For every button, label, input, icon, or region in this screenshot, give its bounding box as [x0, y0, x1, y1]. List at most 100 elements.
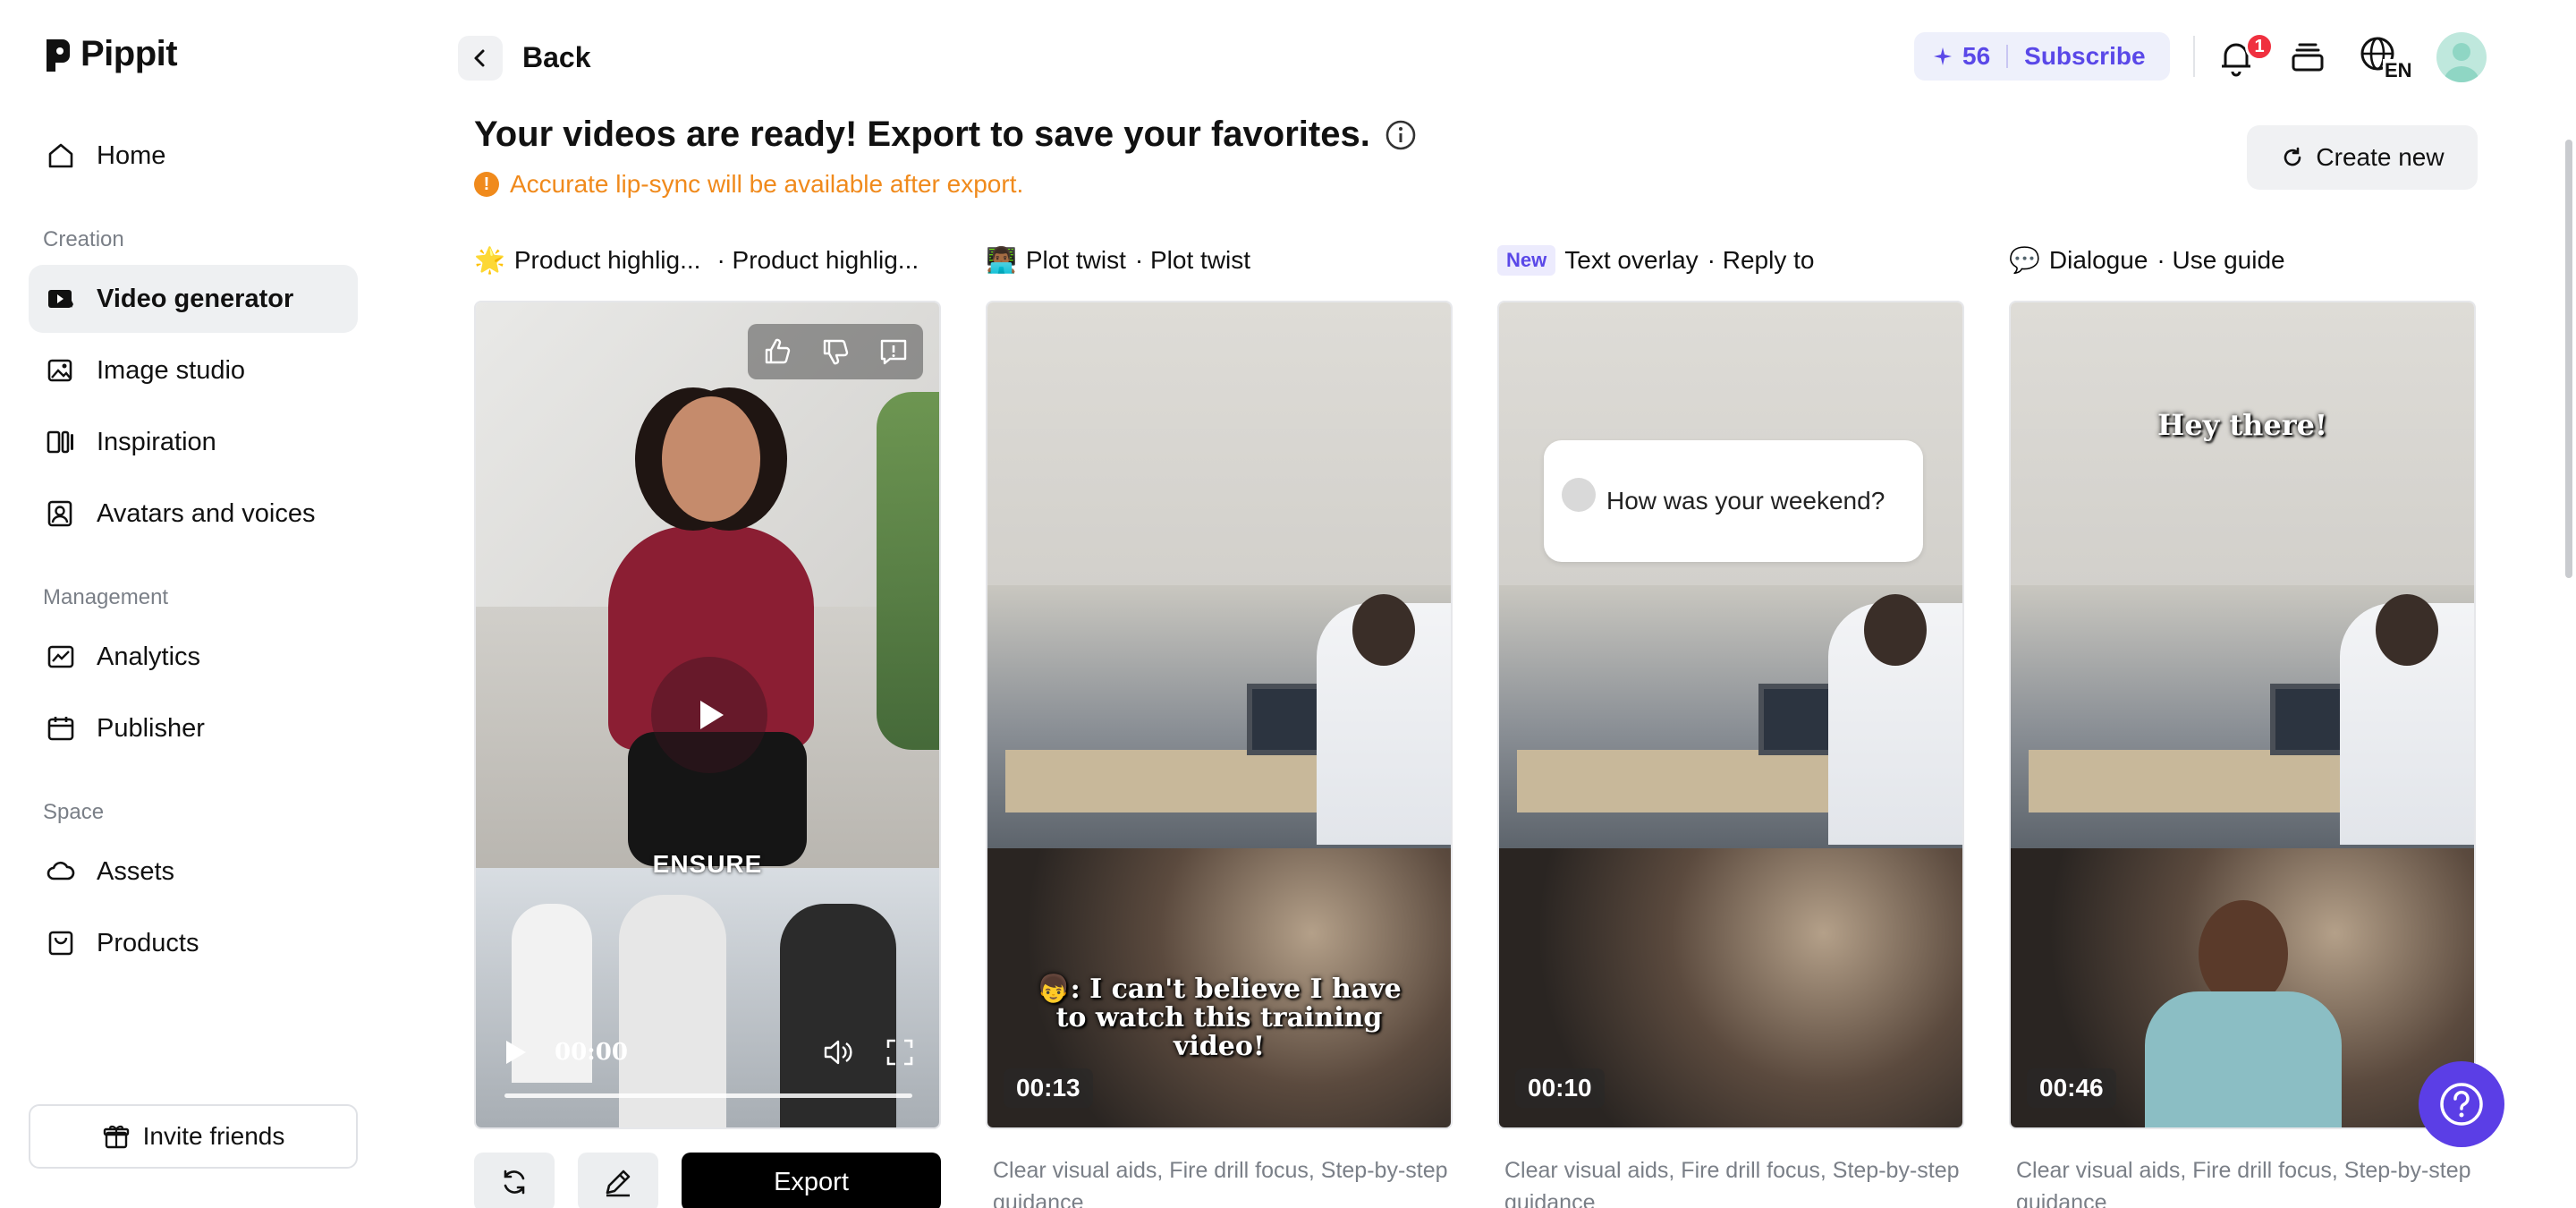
card-title-b: · Product highlig...: [716, 245, 919, 274]
calendar-icon: [47, 717, 74, 741]
play-icon: [700, 701, 724, 729]
sidebar-item-avatars-and-voices[interactable]: Avatars and voices: [29, 480, 358, 548]
report-icon[interactable]: [877, 336, 910, 368]
card-emoji: 💬: [2009, 246, 2040, 274]
sidebar-item-products[interactable]: Products: [29, 909, 358, 977]
fullscreen-icon[interactable]: [886, 1038, 914, 1067]
sparkle-icon: [1934, 47, 1952, 65]
card-title-b: · Use guide: [2157, 245, 2285, 274]
topbar-divider: [2193, 36, 2195, 77]
card-title: 🌟 Product highlig... · Product highlig..…: [474, 245, 919, 275]
lip-sync-warning: ! Accurate lip-sync will be available af…: [474, 170, 1023, 199]
sidebar-item-label: Image studio: [97, 355, 246, 385]
video-frame: [2011, 585, 2474, 848]
page-title-text: Your videos are ready! Export to save yo…: [474, 115, 1370, 154]
card-title: New Text overlay · Reply to: [1497, 245, 1814, 276]
current-time: 00:00: [555, 1039, 628, 1066]
back-label[interactable]: Back: [522, 41, 591, 74]
sidebar-item-video-generator[interactable]: Video generator: [29, 265, 358, 333]
card-description: Clear visual aids, Fire drill focus, Ste…: [2016, 1158, 2471, 1208]
scrollbar[interactable]: [2565, 140, 2572, 578]
image-studio-icon: [47, 359, 72, 382]
cloud-icon: [47, 861, 75, 880]
sidebar: Pippit Home Creation Video generator Ima…: [0, 0, 385, 1208]
language-code: EN: [2383, 59, 2414, 82]
video-generator-icon: [48, 290, 73, 308]
video-player-1[interactable]: ENSURE 00:00: [474, 301, 941, 1129]
pencil-icon: [606, 1170, 631, 1197]
chat-bubble: How was your weekend?: [1544, 440, 1923, 562]
video-player-4[interactable]: Hey there! 00:46: [2009, 301, 2476, 1129]
sidebar-item-label: Inspiration: [97, 427, 216, 456]
gift-icon: [103, 1125, 129, 1149]
warning-text: Accurate lip-sync will be available afte…: [510, 170, 1024, 198]
sidebar-item-analytics[interactable]: Analytics: [29, 623, 358, 691]
avatar-icon: [47, 500, 72, 527]
credits-subscribe-pill[interactable]: 56 Subscribe: [1914, 32, 2170, 81]
help-button[interactable]: [2419, 1061, 2504, 1147]
app-name: Pippit: [80, 34, 178, 73]
refresh-icon: [504, 1170, 525, 1195]
regenerate-button[interactable]: [474, 1153, 555, 1208]
card-description: Clear visual aids, Fire drill focus, Ste…: [993, 1158, 1448, 1208]
sidebar-item-label: Analytics: [97, 642, 201, 671]
create-new-button[interactable]: Create new: [2247, 125, 2478, 190]
app-logo[interactable]: Pippit: [43, 34, 178, 74]
home-icon: [48, 143, 73, 168]
warning-icon: !: [474, 172, 499, 197]
sidebar-item-label: Assets: [97, 856, 175, 886]
play-button[interactable]: [651, 657, 767, 773]
box-icon: [48, 931, 73, 956]
refresh-icon: [2284, 147, 2301, 166]
chevron-left-icon: [474, 49, 485, 67]
user-avatar-icon: [2444, 43, 2479, 82]
sidebar-item-label: Avatars and voices: [97, 498, 316, 528]
card-description: Clear visual aids, Fire drill focus, Ste…: [1504, 1158, 1960, 1208]
sidebar-item-label: Publisher: [97, 713, 205, 743]
video-player-3[interactable]: How was your weekend? 00:10: [1497, 301, 1964, 1129]
edit-button[interactable]: [578, 1153, 658, 1208]
thumbs-up-icon[interactable]: [761, 336, 793, 368]
card-title-b: · Reply to: [1707, 246, 1815, 274]
video-duration: 00:46: [2027, 1068, 2116, 1108]
info-icon[interactable]: [1385, 119, 1417, 151]
video-caption: Hey there!: [2157, 408, 2327, 442]
card-title-a: Plot twist: [1025, 245, 1126, 274]
volume-icon[interactable]: [823, 1038, 855, 1067]
card-title: 👨🏾‍💻 Plot twist · Plot twist: [986, 245, 1250, 275]
video-frame-lower: [476, 868, 939, 1127]
video-overlay-text: ENSURE: [652, 850, 763, 878]
language-selector[interactable]: EN: [2358, 34, 2414, 82]
export-button[interactable]: Export: [682, 1153, 941, 1208]
video-caption: 👦: I can't believe I have to watch this …: [1037, 974, 1402, 1062]
card-title-a: Text overlay: [1564, 246, 1699, 274]
sidebar-item-image-studio[interactable]: Image studio: [29, 336, 358, 404]
layers-icon[interactable]: [2286, 36, 2329, 79]
create-new-label: Create new: [2316, 143, 2445, 171]
invite-friends-button[interactable]: Invite friends: [29, 1104, 358, 1169]
video-progress-bar[interactable]: [504, 1093, 912, 1098]
feedback-bar: [748, 324, 923, 379]
card-title-a: Product highlig...: [513, 245, 701, 274]
sidebar-item-inspiration[interactable]: Inspiration: [29, 408, 358, 476]
thumbs-down-icon[interactable]: [819, 336, 852, 368]
page-title: Your videos are ready! Export to save yo…: [474, 115, 1417, 155]
back-button[interactable]: [458, 36, 503, 81]
sidebar-item-label: Video generator: [97, 284, 294, 313]
credits-count: 56: [1962, 42, 1991, 70]
video-controls: 00:00: [503, 1034, 914, 1070]
analytics-icon: [47, 645, 74, 668]
video-duration: 00:10: [1515, 1068, 1605, 1108]
inspiration-icon: [47, 430, 73, 454]
card-emoji: 🌟: [474, 246, 505, 274]
sidebar-item-assets[interactable]: Assets: [29, 838, 358, 906]
notification-badge: 1: [2245, 32, 2274, 61]
sidebar-item-publisher[interactable]: Publisher: [29, 694, 358, 762]
subscribe-link[interactable]: Subscribe: [2024, 42, 2145, 71]
play-small-icon[interactable]: [503, 1038, 528, 1067]
sidebar-item-home[interactable]: Home: [29, 122, 358, 190]
card-emoji: 👨🏾‍💻: [986, 246, 1017, 274]
user-avatar[interactable]: [2436, 32, 2487, 82]
sidebar-item-label: Products: [97, 928, 199, 957]
video-player-2[interactable]: 👦: I can't believe I have to watch this …: [986, 301, 1453, 1129]
